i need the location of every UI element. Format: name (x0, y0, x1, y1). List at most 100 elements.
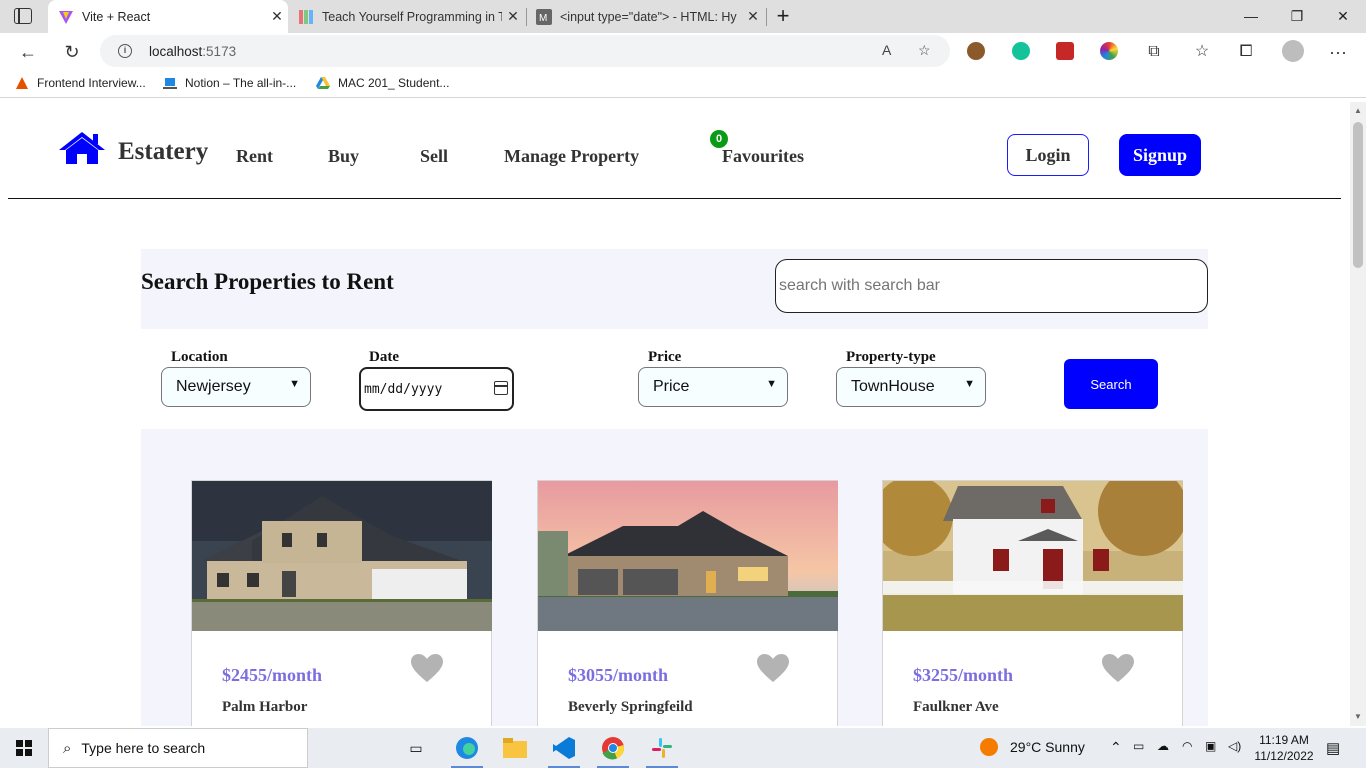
property-card[interactable]: $3255/month Faulkner Ave (882, 480, 1183, 726)
nav-buy[interactable]: Buy (328, 146, 359, 167)
vscode-icon[interactable] (540, 728, 588, 768)
chevron-down-icon: ▼ (766, 378, 777, 390)
tab-actions-icon[interactable] (14, 8, 32, 24)
property-photo (883, 481, 1183, 631)
property-card[interactable]: $3055/month Beverly Springfeild (537, 480, 838, 726)
tray-display-icon[interactable]: ▣ (1205, 739, 1216, 753)
vite-logo-icon (59, 10, 73, 24)
new-tab-icon[interactable]: + (760, 0, 806, 33)
bookmark-notion[interactable]: Notion – The all-in-... (163, 76, 296, 90)
back-icon[interactable]: ← (15, 39, 41, 65)
heart-icon[interactable] (1101, 653, 1135, 683)
property-type-value: TownHouse (851, 378, 935, 395)
tab-title: Teach Yourself Programming in T (322, 9, 502, 24)
nav-sell[interactable]: Sell (420, 146, 448, 167)
listing-price: $3255/month (913, 665, 1014, 685)
windows-start-icon[interactable] (16, 740, 32, 756)
listing-name: Beverly Springfeild (568, 699, 693, 715)
favorites-icon[interactable]: ☆ (1189, 39, 1215, 65)
extension-red-icon[interactable] (1056, 42, 1074, 60)
color-picker-icon[interactable] (1100, 42, 1118, 60)
reload-icon[interactable]: ↻ (59, 39, 85, 65)
tray-volume-icon[interactable]: ◁) (1228, 739, 1241, 753)
clock-date: 11/12/2022 (1254, 749, 1314, 763)
property-card[interactable]: $2455/month Palm Harbor (191, 480, 492, 726)
calendar-icon[interactable] (494, 381, 508, 395)
price-value: Price (653, 378, 690, 395)
price-label: Price (648, 349, 682, 365)
clock-time: 11:19 AM (1259, 733, 1309, 747)
price-select[interactable]: Price ▼ (638, 367, 788, 407)
read-aloud-icon[interactable]: A (882, 42, 891, 58)
window-close-icon[interactable]: ✕ (1320, 0, 1366, 33)
tab-mdn-date[interactable]: M <input type="date"> - HTML: Hy ✕ (528, 0, 764, 33)
task-view-icon[interactable]: ▭ (392, 728, 440, 768)
chrome-icon[interactable] (589, 728, 637, 768)
laptop-icon (163, 78, 177, 89)
tray-clock[interactable]: 11:19 AM 11/12/2022 (1253, 733, 1315, 763)
file-explorer-icon[interactable] (491, 728, 539, 768)
add-favorite-icon[interactable]: ☆ (918, 42, 931, 59)
weather-sun-icon[interactable] (980, 738, 998, 756)
property-type-select[interactable]: TownHouse ▼ (836, 367, 986, 407)
page-viewport: Estatery Rent Buy Sell Manage Property 0… (0, 102, 1350, 726)
profile-avatar[interactable] (1282, 40, 1304, 62)
listing-name: Palm Harbor (222, 699, 308, 715)
date-input[interactable]: mm/dd/yyyy (359, 367, 514, 411)
search-header: Search Properties to Rent (141, 249, 1208, 329)
edge-app-icon[interactable] (443, 728, 491, 768)
close-tab-icon[interactable]: ✕ (502, 8, 524, 25)
site-info-icon[interactable]: i (118, 44, 132, 58)
house-logo-icon[interactable] (57, 130, 107, 166)
page-favicon-icon (299, 9, 313, 24)
notification-icon[interactable]: ▤ (1326, 739, 1340, 757)
tray-chevron-icon[interactable]: ⌃ (1110, 739, 1122, 756)
search-input[interactable] (775, 259, 1208, 313)
svg-text:M: M (539, 13, 547, 24)
collections-icon[interactable]: ⧠ (1233, 39, 1259, 65)
date-value: mm/dd/yyyy (364, 381, 443, 397)
browser-tab-bar: Vite + React ✕ Teach Yourself Programmin… (0, 0, 1366, 33)
grammarly-icon[interactable] (1012, 42, 1030, 60)
tray-wifi-icon[interactable]: ◠ (1182, 739, 1192, 753)
more-options-icon[interactable]: ··· (1325, 39, 1351, 65)
nav-manage-property[interactable]: Manage Property (504, 146, 639, 167)
scroll-down-icon[interactable]: ▼ (1354, 712, 1362, 721)
scrollbar-thumb[interactable] (1353, 122, 1363, 268)
tab-teach-yourself[interactable]: Teach Yourself Programming in T ✕ (290, 0, 524, 33)
brand-name[interactable]: Estatery (118, 138, 208, 166)
taskbar-search-box[interactable]: ⌕ Type here to search (48, 728, 308, 768)
taskbar-search-placeholder: Type here to search (81, 740, 206, 756)
tab-title: Vite + React (82, 9, 151, 24)
address-bar[interactable]: i localhost:5173 A ☆ (100, 35, 950, 67)
login-button[interactable]: Login (1007, 134, 1089, 176)
search-button[interactable]: Search (1064, 359, 1158, 409)
close-tab-icon[interactable]: ✕ (266, 8, 288, 25)
signup-button[interactable]: Signup (1119, 134, 1201, 176)
weather-text[interactable]: 29°C Sunny (1010, 739, 1085, 755)
heart-icon[interactable] (410, 653, 444, 683)
listing-name: Faulkner Ave (913, 699, 999, 715)
scroll-up-icon[interactable]: ▲ (1354, 106, 1362, 115)
restore-icon[interactable]: ❐ (1274, 0, 1320, 33)
bookmark-frontend[interactable]: Frontend Interview... (15, 76, 146, 90)
chevron-down-icon: ▼ (964, 378, 975, 390)
location-select[interactable]: Newjersey ▼ (161, 367, 311, 407)
url-text[interactable]: localhost:5173 (149, 44, 236, 59)
page-scrollbar[interactable]: ▲ ▼ (1350, 102, 1366, 726)
windows-taskbar: ⌕ Type here to search ▭ 29°C Sunny ⌃ ▭ ☁… (0, 728, 1366, 768)
minimize-icon[interactable]: — (1228, 0, 1274, 33)
search-icon: ⌕ (63, 739, 72, 757)
heart-icon[interactable] (756, 653, 790, 683)
slack-icon[interactable] (638, 728, 686, 768)
extensions-icon[interactable]: ⧉ (1141, 39, 1167, 65)
tray-cloud-icon[interactable]: ☁ (1157, 739, 1169, 753)
tray-battery-icon[interactable]: ▭ (1133, 739, 1144, 753)
nav-favourites[interactable]: Favourites (722, 146, 804, 167)
tab-vite-react[interactable]: Vite + React ✕ (48, 0, 288, 33)
nav-rent[interactable]: Rent (236, 146, 273, 167)
location-value: Newjersey (176, 378, 251, 395)
listing-price: $2455/month (222, 665, 323, 685)
extension-bug-icon[interactable] (967, 42, 985, 60)
bookmark-mac201[interactable]: MAC 201_ Student... (316, 76, 449, 90)
